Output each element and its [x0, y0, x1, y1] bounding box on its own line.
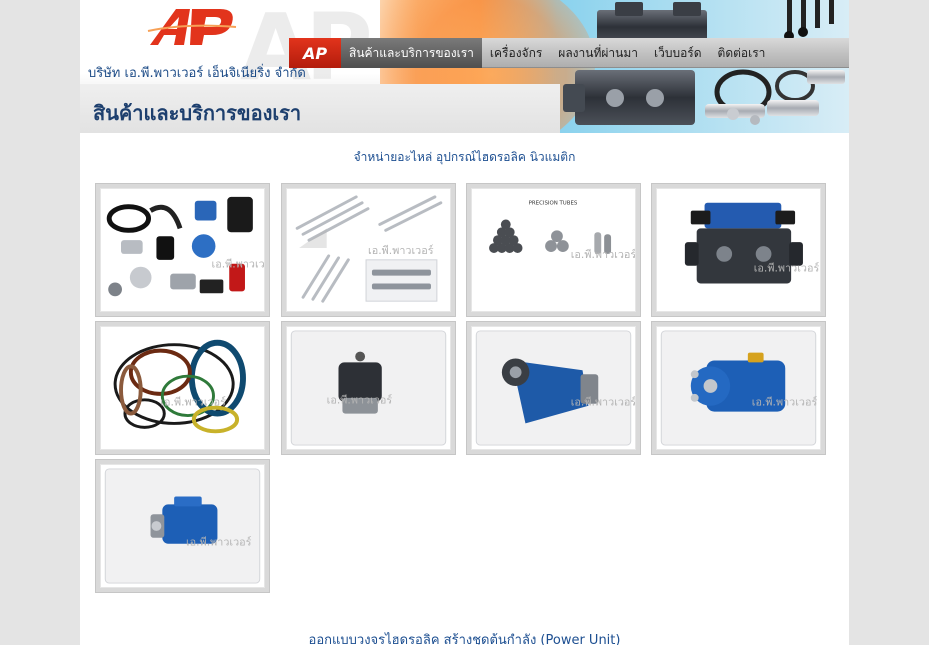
main-navigation: AP สินค้าและบริการของเรา เครื่องจักร ผลง… — [289, 38, 849, 68]
company-name: บริษัท เอ.พี.พาวเวอร์ เอ็นจิเนียริ่ง จำก… — [88, 66, 306, 81]
product-thumb-seals[interactable]: เอ.พี.พาวเวอร์ — [95, 321, 270, 455]
valve-icon: เอ.พี.พาวเวอร์ — [684, 202, 820, 284]
product-thumb-vane-pump[interactable]: เอ.พี.พาวเวอร์ — [95, 459, 270, 593]
vane-pump-icon: เอ.พี.พาวเวอร์ — [104, 468, 261, 584]
nav-item-machinery[interactable]: เครื่องจักร — [482, 38, 550, 68]
piston-pump-icon: เอ.พี.พาวเวอร์ — [475, 330, 635, 446]
nav-item-contact[interactable]: ติดต่อเรา — [710, 38, 774, 68]
main-content: จำหน่ายอะไหล่ อุปกรณ์ไฮดรอลิค นิวแมติก เ… — [80, 133, 849, 645]
thumb-watermark-1: เอ.พี.พาวเวอร์ — [212, 258, 264, 271]
section-subtitle: จำหน่ายอะไหล่ อุปกรณ์ไฮดรอลิค นิวแมติก — [353, 150, 576, 164]
thumb-watermark-6: เอ.พี.พาวเวอร์ — [327, 394, 393, 407]
tubes-icon: PRECISION TUBES เอ.พี.พาวเวอร์ — [489, 201, 635, 261]
product-thumb-fittings[interactable]: เอ.พี.พาวเวอร์ — [95, 183, 270, 317]
nav-item-webboard[interactable]: เว็บบอร์ด — [646, 38, 710, 68]
product-thumb-rods[interactable]: เอ.พี.พาวเวอร์ — [281, 183, 456, 317]
nav-item-past-works[interactable]: ผลงานที่ผ่านมา — [550, 38, 646, 68]
thumb-watermark-9: เอ.พี.พาวเวอร์ — [186, 536, 252, 549]
thumb-watermark-4: เอ.พี.พาวเวอร์ — [754, 262, 820, 275]
nav-logo-text: AP — [301, 44, 327, 63]
product-thumb-hydraulic-motor[interactable]: เอ.พี.พาวเวอร์ — [651, 321, 826, 455]
thumb-watermark-7: เอ.พี.พาวเวอร์ — [571, 396, 635, 409]
page-title: สินค้าและบริการของเรา — [93, 101, 302, 125]
seals-icon: เอ.พี.พาวเวอร์ — [113, 339, 246, 434]
thumb-watermark-5: เอ.พี.พาวเวอร์ — [160, 396, 226, 409]
thumb-watermark-8: เอ.พี.พาวเวอร์ — [752, 396, 818, 409]
product-thumb-gear-pump[interactable]: เอ.พี.พาวเวอร์ — [281, 321, 456, 455]
section-power-unit-title[interactable]: ออกแบบวงจรไฮดรอลิค สร้างชุดต้นกำลัง (Pow… — [80, 629, 849, 645]
gear-pump-icon: เอ.พี.พาวเวอร์ — [290, 330, 447, 446]
thumb-watermark-3: เอ.พี.พาวเวอร์ — [571, 248, 635, 261]
rods-icon: เอ.พี.พาวเวอร์ — [295, 195, 443, 303]
company-logo[interactable] — [146, 3, 238, 47]
thumb-watermark-2: เอ.พี.พาวเวอร์ — [368, 244, 434, 257]
nav-logo-icon[interactable]: AP — [289, 38, 341, 68]
precision-tubes-caption: PRECISION TUBES — [529, 201, 578, 207]
product-thumb-directional-valve[interactable]: เอ.พี.พาวเวอร์ — [651, 183, 826, 317]
nav-item-products-services[interactable]: สินค้าและบริการของเรา — [341, 38, 482, 68]
fittings-collage-icon: เอ.พี.พาวเวอร์ — [106, 196, 264, 297]
hydraulic-motor-icon: เอ.พี.พาวเวอร์ — [660, 330, 818, 446]
product-thumb-piston-pump[interactable]: เอ.พี.พาวเวอร์ — [466, 321, 641, 455]
product-thumb-precision-tubes[interactable]: PRECISION TUBES เอ.พี.พาวเวอร์ — [466, 183, 641, 317]
nav-items: สินค้าและบริการของเรา เครื่องจักร ผลงานท… — [341, 38, 773, 68]
